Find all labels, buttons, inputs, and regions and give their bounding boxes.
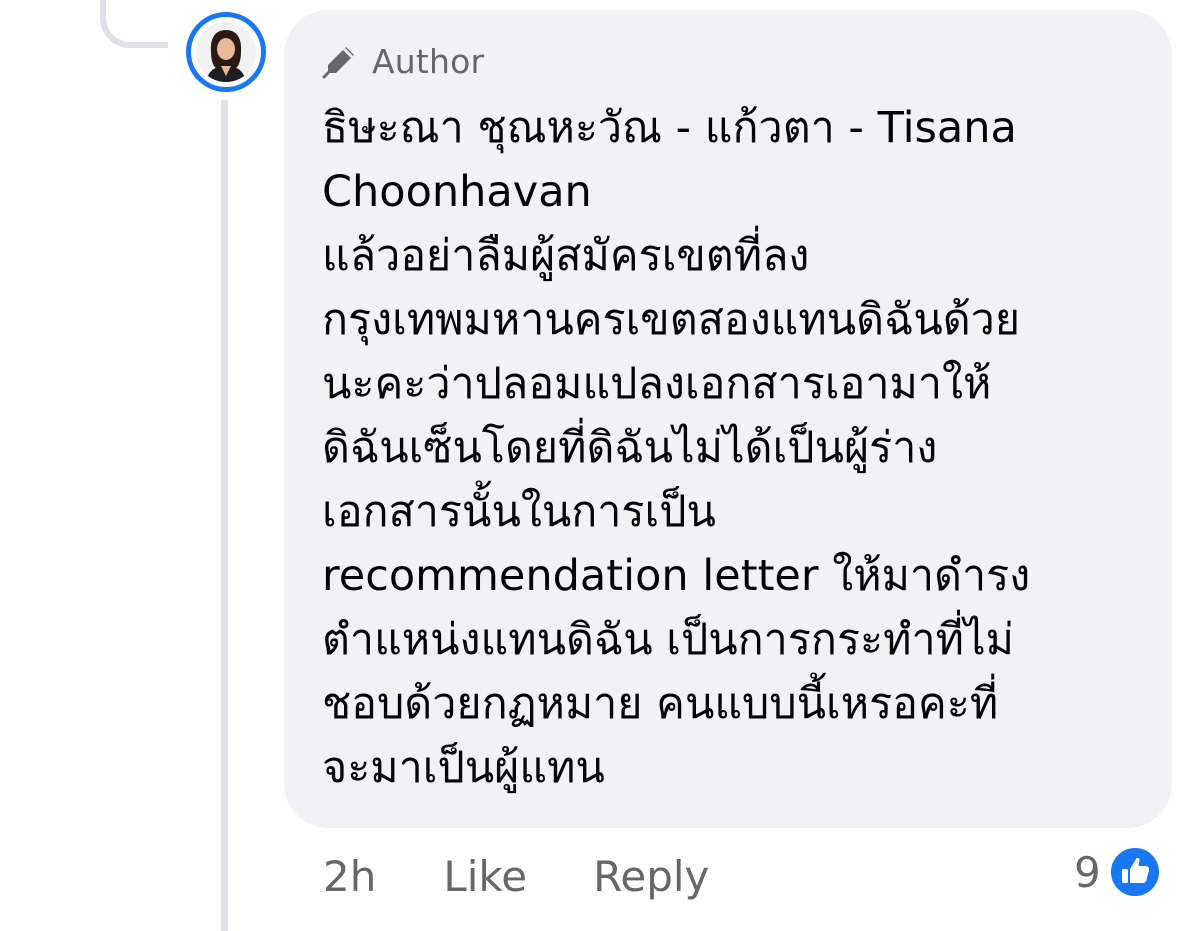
comment-line: recommendation letter ให้มาดำรง [322,551,1031,601]
comment-line: ชอบด้วยกฏหมาย คนแบบนี้เหรอคะที่ [322,679,999,729]
comment-line: จะมาเป็นผู้แทน [322,743,605,793]
avatar-photo [196,22,256,82]
comment-timestamp[interactable]: 2h [323,852,376,901]
comment-line: เอกสารนั้นในการเป็น [322,487,716,537]
thread-connector [100,0,168,48]
comment-line: แล้วอย่าลืมผู้สมัครเขตที่ลง [322,231,810,281]
comment-line: ตำแหน่งแทนดิฉัน เป็นการกระทำที่ไม่ [322,615,1014,665]
thread-line [221,100,228,931]
comment-author-name-cont[interactable]: Choonhavan [322,160,1136,224]
like-button[interactable]: Like [443,852,527,901]
reaction-summary[interactable]: 9 [1074,842,1161,902]
comment-actions: 2h Like Reply [323,846,709,906]
comment-author-name[interactable]: ธิษะณา ชุณหะวัณ - แก้วตา - Tisana [322,96,1136,160]
comment-bubble: Author ธิษะณา ชุณหะวัณ - แก้วตา - Tisana… [284,10,1172,828]
comment-thread: Author ธิษะณา ชุณหะวัณ - แก้วตา - Tisana… [0,0,1200,931]
author-badge-label: Author [372,41,485,81]
reaction-count: 9 [1074,847,1101,897]
comment-body: ธิษะณา ชุณหะวัณ - แก้วตา - Tisana Choonh… [322,96,1136,800]
reply-button[interactable]: Reply [593,852,709,901]
comment-line: กรุงเทพมหานครเขตสองแทนดิฉันด้วย [322,295,1021,345]
like-icon [1108,846,1161,898]
pencil-icon [322,43,358,79]
comment-line: ดิฉันเซ็นโดยที่ดิฉันไม่ได้เป็นผู้ร่าง [322,423,938,473]
comment-line: นะคะว่าปลอมแปลงเอกสารเอามาให้ [322,359,992,409]
avatar[interactable] [186,12,266,92]
author-badge: Author [322,36,1136,86]
